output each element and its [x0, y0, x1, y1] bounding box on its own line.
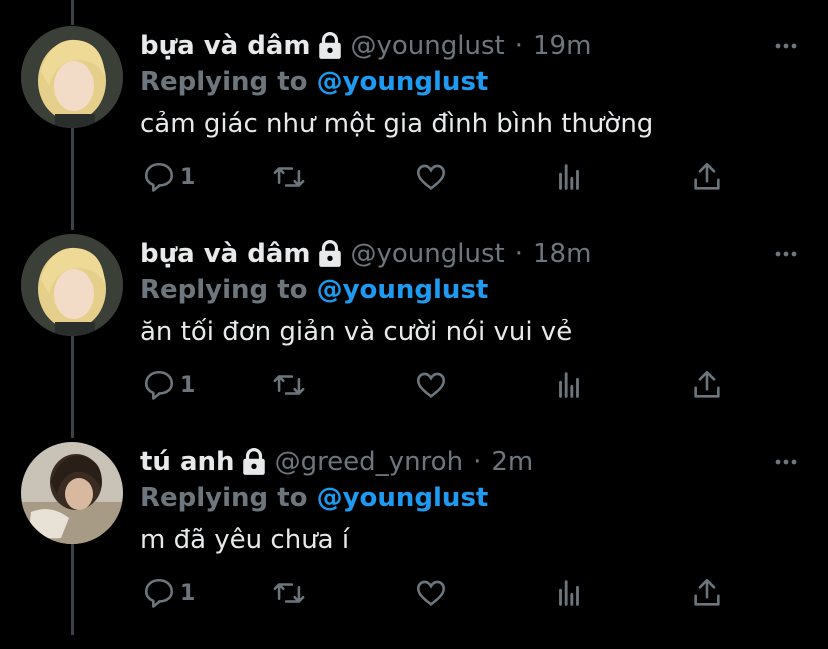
- tweet[interactable]: bựa và dâm @younglust · 19m Replying to …: [0, 26, 828, 233]
- analytics-button[interactable]: [552, 362, 586, 408]
- analytics-button[interactable]: [552, 570, 586, 616]
- avatar[interactable]: [21, 26, 123, 128]
- replying-to: Replying to @younglust: [140, 64, 488, 100]
- tweet-actions: 1: [140, 570, 740, 616]
- avatar[interactable]: [21, 442, 123, 544]
- like-button[interactable]: [414, 362, 448, 408]
- analytics-icon: [559, 372, 579, 398]
- user-handle[interactable]: @younglust: [351, 236, 505, 272]
- user-handle[interactable]: @younglust: [351, 28, 505, 64]
- analytics-icon: [559, 580, 579, 606]
- heart-icon: [416, 580, 446, 606]
- user-handle[interactable]: @greed_ynroh: [275, 444, 464, 480]
- replying-to-label: Replying to: [140, 275, 308, 305]
- reply-button[interactable]: 1: [142, 154, 195, 200]
- reply-button[interactable]: 1: [142, 362, 195, 408]
- replying-to: Replying to @younglust: [140, 480, 488, 516]
- separator-dot: ·: [514, 31, 523, 61]
- timestamp[interactable]: 2m: [491, 444, 533, 480]
- separator-dot: ·: [514, 239, 523, 269]
- replying-to-handle[interactable]: @younglust: [317, 67, 489, 97]
- tweet-actions: 1: [140, 154, 740, 200]
- tweet-header: bựa và dâm @younglust · 18m: [140, 236, 591, 272]
- share-icon: [694, 370, 720, 398]
- replying-to-label: Replying to: [140, 67, 308, 97]
- replying-to-label: Replying to: [140, 483, 308, 513]
- more-icon[interactable]: [774, 450, 798, 474]
- share-button[interactable]: [690, 154, 724, 200]
- share-button[interactable]: [690, 362, 724, 408]
- tweet-text: m đã yêu chưa í: [140, 525, 350, 555]
- display-name[interactable]: tú anh: [140, 444, 235, 480]
- separator-dot: ·: [473, 447, 482, 477]
- analytics-icon: [559, 164, 579, 190]
- analytics-button[interactable]: [552, 154, 586, 200]
- tweet[interactable]: bựa và dâm @younglust · 18m Replying to …: [0, 234, 828, 441]
- tweet[interactable]: tú anh @greed_ynroh · 2m Replying to @yo…: [0, 442, 828, 649]
- tweet-text: cảm giác như một gia đình bình thường: [140, 109, 654, 139]
- more-icon[interactable]: [774, 242, 798, 266]
- share-icon: [694, 162, 720, 190]
- timestamp[interactable]: 19m: [533, 28, 591, 64]
- lock-icon: [242, 448, 265, 475]
- retweet-icon: [273, 583, 305, 603]
- heart-icon: [416, 372, 446, 398]
- like-button[interactable]: [414, 154, 448, 200]
- retweet-button[interactable]: [272, 154, 306, 200]
- lock-icon: [318, 240, 341, 267]
- tweet-actions: 1: [140, 362, 740, 408]
- reply-icon: [144, 578, 174, 608]
- reply-count: 1: [180, 372, 196, 398]
- replying-to-handle[interactable]: @younglust: [317, 483, 489, 513]
- tweet-header: bựa và dâm @younglust · 19m: [140, 28, 591, 64]
- tweet-header: tú anh @greed_ynroh · 2m: [140, 444, 533, 480]
- share-button[interactable]: [690, 570, 724, 616]
- share-icon: [694, 578, 720, 606]
- retweet-icon: [273, 167, 305, 187]
- like-button[interactable]: [414, 570, 448, 616]
- lock-icon: [318, 32, 341, 59]
- reply-button[interactable]: 1: [142, 570, 195, 616]
- more-icon[interactable]: [774, 34, 798, 58]
- tweet-text: ăn tối đơn giản và cười nói vui vẻ: [140, 317, 573, 347]
- retweet-icon: [273, 375, 305, 395]
- display-name[interactable]: bựa và dâm: [140, 236, 311, 272]
- retweet-button[interactable]: [272, 570, 306, 616]
- retweet-button[interactable]: [272, 362, 306, 408]
- reply-icon: [144, 162, 174, 192]
- replying-to: Replying to @younglust: [140, 272, 488, 308]
- timestamp[interactable]: 18m: [533, 236, 591, 272]
- thread-line: [71, 0, 74, 25]
- replying-to-handle[interactable]: @younglust: [317, 275, 489, 305]
- reply-count: 1: [180, 164, 196, 190]
- reply-count: 1: [180, 580, 196, 606]
- display-name[interactable]: bựa và dâm: [140, 28, 311, 64]
- heart-icon: [416, 164, 446, 190]
- reply-icon: [144, 370, 174, 400]
- avatar[interactable]: [21, 234, 123, 336]
